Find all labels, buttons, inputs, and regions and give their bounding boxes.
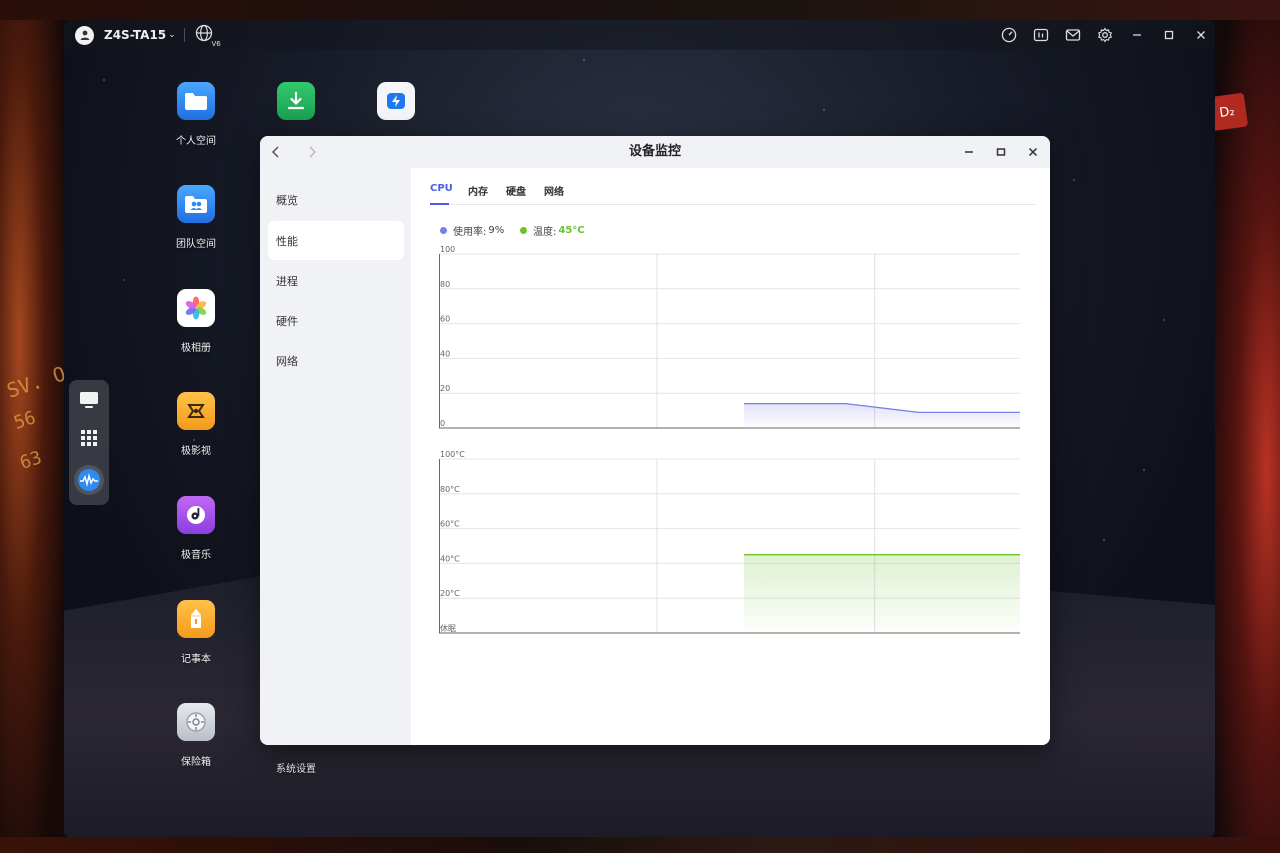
tab-memory[interactable]: 内存 [468,183,488,198]
y-tick-label: 0 [440,419,445,428]
video-icon [177,392,215,430]
y-tick-label: 40 [440,349,450,358]
app-label: 极影视 [181,446,211,457]
app-label: 极相册 [181,343,211,354]
sidebar-item-performance[interactable]: 性能 [268,221,404,260]
sidebar-item-label: 网络 [276,354,298,368]
chevron-down-icon[interactable]: ⌄ [168,30,176,40]
cpu-usage-chart-svg: 100 80 60 40 20 0 [439,245,1020,429]
music-icon [177,496,215,534]
window-main: CPU 内存 硬盘 网络 使用率: 9% 温度: 45°C 100 80 60 40 2… [411,168,1050,745]
active-tab-indicator [430,203,449,205]
tab-disk[interactable]: 硬盘 [506,183,526,198]
team-folder-icon [177,185,215,223]
folder-icon [177,82,215,120]
y-tick-label: 40°C [440,554,460,563]
usage-dot [440,227,447,234]
task-icon[interactable] [1032,27,1049,44]
y-tick-label: 休眠 [440,623,456,633]
app-music[interactable]: 极音乐 [156,496,236,561]
device-name[interactable]: Z4S-TA15 [104,28,166,42]
app-label: 团队空间 [176,239,216,250]
wallpaper-bottom [0,837,1280,853]
window-sidebar: 概览 性能 进程 硬件 网络 [260,168,411,745]
system-settings-label[interactable]: 系统设置 [276,760,316,775]
sidebar-item-processes[interactable]: 进程 [268,261,404,300]
window-title: 设备监控 [628,144,681,159]
cpu-temperature-chart: 100°C 80°C 60°C 40°C 20°C 休眠 [439,449,1021,634]
minimize-icon[interactable] [1128,27,1145,44]
app-safe[interactable]: 保险箱 [156,703,236,768]
wallpaper-top [0,0,1280,20]
usage-label: 使用率: [453,227,487,238]
photos-icon [177,289,215,327]
app-video[interactable]: 极影视 [156,392,236,457]
device-monitor-app-icon[interactable] [74,465,104,495]
series-area [744,554,1020,633]
speed-icon[interactable] [1000,27,1017,44]
sidebar-item-label: 硬件 [276,314,298,328]
y-tick-label: 20 [440,384,450,393]
sidebar-item-network[interactable]: 网络 [268,341,404,380]
sidebar-item-hardware[interactable]: 硬件 [268,301,404,340]
gear-icon[interactable] [1096,27,1113,44]
usage-legend: 使用率: 9% [440,223,504,238]
close-button[interactable] [1023,142,1043,162]
cpu-usage-chart: 100 80 60 40 20 0 [439,244,1021,429]
sidebar-item-label: 性能 [276,234,298,248]
y-tick-label: 80 [440,280,450,289]
app-notes[interactable]: 记事本 [156,600,236,665]
app-label: 极音乐 [181,550,211,561]
temperature-legend: 温度: 45°C [520,223,585,238]
apps-grid-icon[interactable] [78,427,100,449]
maximize-button[interactable] [991,142,1011,162]
temperature-dot [520,227,527,234]
usage-value: 9% [488,225,505,236]
cpu-temperature-chart-svg: 100°C 80°C 60°C 40°C 20°C 休眠 [439,450,1020,634]
top-bar-actions [1000,20,1209,50]
sidebar-item-label: 进程 [276,274,298,288]
y-tick-label: 60°C [440,520,460,529]
app-download[interactable] [256,82,336,120]
globe-icon[interactable]: V6 [194,23,221,48]
app-label: 保险箱 [181,757,211,768]
close-icon[interactable] [1192,27,1209,44]
y-tick-label: 60 [440,315,450,324]
tab-network[interactable]: 网络 [544,183,564,198]
y-tick-label: 80°C [440,485,460,494]
minimize-button[interactable] [959,142,979,162]
dock [69,380,109,505]
top-bar: Z4S-TA15 ⌄ V6 [64,20,1215,50]
app-photos[interactable]: 极相册 [156,289,236,354]
net-badge: V6 [211,40,221,48]
lightning-icon [377,82,415,120]
temperature-label: 温度: [533,227,557,238]
sidebar-item-label: 概览 [276,193,298,207]
app-label: 记事本 [181,654,211,665]
mail-icon[interactable] [1064,27,1081,44]
y-tick-label: 100°C [440,450,465,459]
download-icon [277,82,315,120]
app-label: 个人空间 [176,136,216,147]
app-quick-transfer[interactable] [356,82,436,120]
sidebar-item-overview[interactable]: 概览 [268,180,404,219]
series-area [744,403,1020,428]
notes-icon [177,600,215,638]
app-personal-space[interactable]: 个人空间 [156,82,236,147]
user-icon[interactable] [75,25,94,45]
divider [183,28,185,42]
y-tick-label: 20°C [440,589,460,598]
tab-bar: CPU 内存 硬盘 网络 [430,168,1036,205]
window-titlebar: 设备监控 [260,136,1050,168]
tab-cpu[interactable]: CPU [430,183,453,194]
desktop: Z4S-TA15 ⌄ V6 个人空间 团队空间 极相册 极影视 极音乐 记事本 … [64,20,1215,837]
y-tick-label: 100 [440,245,455,254]
safe-icon [177,703,215,741]
monitor-icon[interactable] [78,389,100,411]
maximize-icon[interactable] [1160,27,1177,44]
device-monitor-window: 设备监控 概览 性能 进程 硬件 网络 CPU 内存 硬盘 网络 使用率: 9%… [260,136,1050,745]
app-team-space[interactable]: 团队空间 [156,185,236,250]
temperature-value: 45°C [558,225,585,236]
